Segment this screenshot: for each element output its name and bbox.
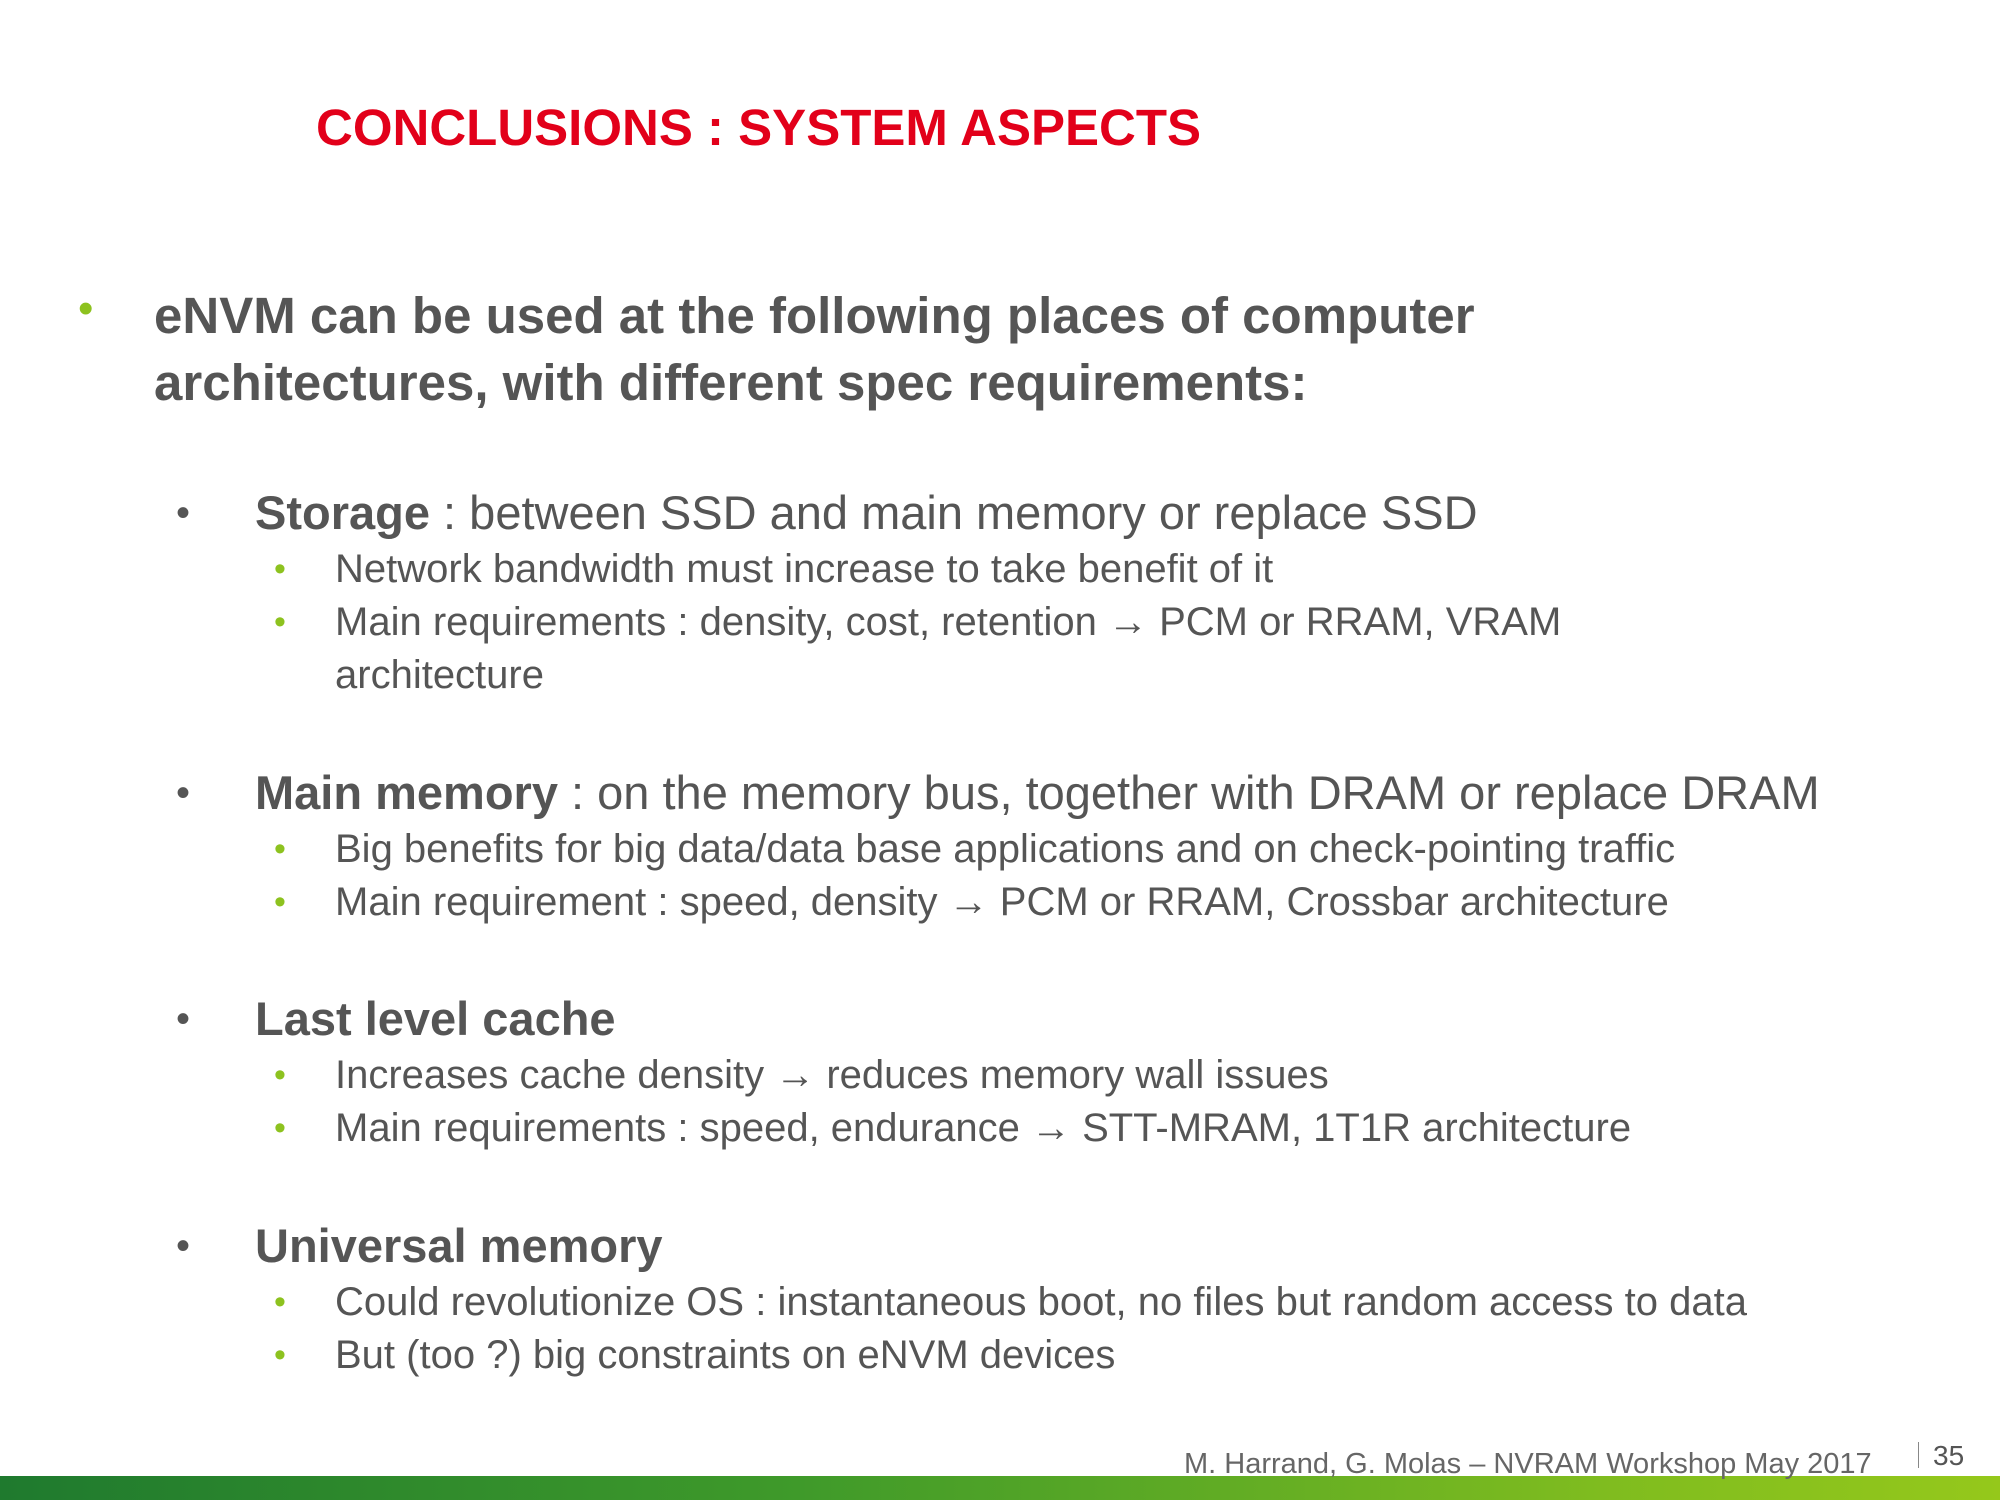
- sub-bullet-icon: •: [274, 1056, 286, 1094]
- page-number-divider: [1918, 1442, 1919, 1468]
- section-heading-bold: Universal memory: [255, 1219, 663, 1272]
- section-heading-bold: Main memory: [255, 766, 558, 819]
- sub-bullet-icon: •: [274, 1336, 286, 1374]
- section-heading-bold: Storage: [255, 486, 430, 539]
- bullet-icon: •: [176, 1224, 191, 1268]
- section-heading: Main memory : on the memory bus, togethe…: [255, 767, 1820, 819]
- sub-item-text: Could revolutionize OS : instantaneous b…: [335, 1280, 1747, 1324]
- sub-item-text: Network bandwidth must increase to take …: [335, 547, 1274, 591]
- slide-title: CONCLUSIONS : SYSTEM ASPECTS: [316, 99, 1202, 156]
- page-number: 35: [1933, 1440, 1965, 1471]
- section-heading-rest: : on the memory bus, together with DRAM …: [557, 766, 1820, 819]
- sub-item-text: Main requirement : speed, density → PCM …: [335, 880, 1669, 924]
- sub-bullet-icon: •: [274, 1283, 286, 1321]
- sub-item-text: But (too ?) big constraints on eNVM devi…: [335, 1333, 1116, 1377]
- intro-text: eNVM can be used at the following places…: [154, 287, 1475, 411]
- sub-item-text: Big benefits for big data/data base appl…: [335, 827, 1676, 871]
- sub-item-text: Increases cache density → reduces memory…: [335, 1053, 1329, 1097]
- bullet-icon: •: [176, 491, 191, 535]
- section-heading-bold: Last level cache: [255, 992, 616, 1045]
- footer-credit: M. Harrand, G. Molas – NVRAM Workshop Ma…: [1184, 1448, 1872, 1480]
- sub-bullet-icon: •: [274, 1109, 286, 1147]
- sub-bullet-icon: •: [274, 550, 286, 588]
- bullet-icon: •: [78, 284, 94, 333]
- section-heading-rest: : between SSD and main memory or replace…: [430, 486, 1478, 539]
- sub-bullet-icon: •: [274, 603, 286, 641]
- section-heading: Last level cache: [255, 993, 616, 1045]
- bullet-icon: •: [176, 997, 191, 1041]
- sub-item-text: Main requirements : density, cost, reten…: [335, 600, 1562, 697]
- sub-bullet-icon: •: [274, 883, 286, 921]
- section-heading: Universal memory: [255, 1220, 663, 1272]
- slide: CONCLUSIONS : SYSTEM ASPECTS • eNVM can …: [0, 0, 2000, 1500]
- sub-bullet-icon: •: [274, 830, 286, 868]
- section-heading: Storage : between SSD and main memory or…: [255, 487, 1478, 539]
- sub-item-text: Main requirements : speed, endurance → S…: [335, 1106, 1632, 1150]
- bullet-icon: •: [176, 771, 191, 815]
